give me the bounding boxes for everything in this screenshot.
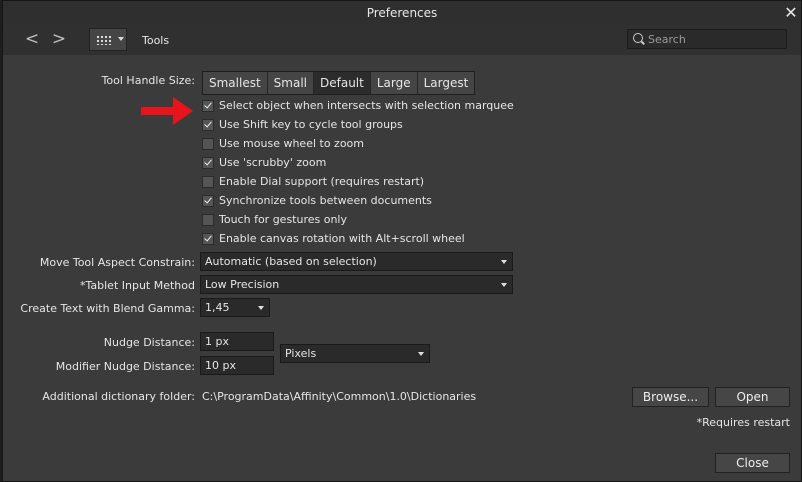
browse-button[interactable]: Browse... (632, 387, 709, 407)
checkbox-canvas-rotation[interactable]: Enable canvas rotation with Alt+scroll w… (202, 231, 465, 246)
handle-size-small[interactable]: Small (268, 72, 314, 94)
section-title: Tools (142, 34, 170, 47)
sections-grid-button[interactable] (89, 28, 127, 51)
window-close-button[interactable]: ✕ (781, 2, 801, 24)
checkbox-sync-tools[interactable]: Synchronize tools between documents (202, 193, 432, 208)
checkbox-box[interactable] (202, 232, 214, 245)
window-title: Preferences (366, 6, 438, 20)
tool-handle-size-segmented: Smallest Small Default Large Largest (202, 71, 476, 95)
modifier-nudge-input[interactable]: 10 px (200, 356, 274, 375)
handle-size-default[interactable]: Default (314, 72, 371, 94)
checkbox-box[interactable] (202, 156, 214, 169)
chevron-down-icon (118, 37, 124, 41)
checkbox-box[interactable] (202, 194, 214, 207)
nudge-distance-input[interactable]: 1 px (200, 332, 274, 351)
search-input[interactable] (648, 32, 778, 46)
checkbox-box[interactable] (202, 213, 214, 226)
chevron-right-icon: > (51, 29, 67, 49)
grid-icon (96, 35, 112, 45)
checkbox-box[interactable] (202, 99, 214, 112)
checkbox-mouse-wheel-zoom[interactable]: Use mouse wheel to zoom (202, 136, 402, 151)
tablet-input-label: *Tablet Input Method (80, 279, 195, 292)
checkbox-box[interactable] (202, 137, 214, 150)
close-button[interactable]: Close (715, 453, 790, 473)
requires-restart-note: *Requires restart (696, 416, 790, 429)
checkbox-shift-cycle[interactable]: Use Shift key to cycle tool groups (202, 117, 403, 132)
dictionary-folder-label: Additional dictionary folder: (42, 390, 195, 403)
blend-gamma-select[interactable]: 1,45 (200, 298, 270, 317)
chevron-down-icon (418, 352, 424, 356)
checkbox-box[interactable] (202, 175, 214, 188)
chevron-down-icon (501, 283, 507, 287)
chevron-left-icon: < (24, 29, 40, 49)
chevron-down-icon (258, 306, 264, 310)
forward-button[interactable]: > (49, 29, 69, 51)
handle-size-large[interactable]: Large (371, 72, 418, 94)
back-button[interactable]: < (22, 29, 42, 51)
handle-size-largest[interactable]: Largest (418, 72, 475, 94)
tablet-input-select[interactable]: Low Precision (200, 275, 513, 294)
move-tool-aspect-select[interactable]: Automatic (based on selection) (200, 252, 513, 271)
chevron-down-icon (501, 260, 507, 264)
search-box[interactable] (627, 29, 787, 49)
dictionary-folder-path: C:\ProgramData\Affinity\Common\1.0\Dicti… (202, 390, 477, 403)
blend-gamma-label: Create Text with Blend Gamma: (20, 302, 195, 315)
checkbox-box[interactable] (202, 118, 214, 131)
annotation-arrow-icon (141, 97, 193, 125)
checkbox-touch-gestures[interactable]: Touch for gestures only (202, 212, 402, 227)
tool-handle-size-label: Tool Handle Size: (101, 74, 195, 87)
preferences-window: Preferences ✕ < > Tools Tool Handle Size… (2, 0, 802, 482)
modifier-nudge-label: Modifier Nudge Distance: (55, 360, 195, 373)
handle-size-smallest[interactable]: Smallest (203, 72, 268, 94)
checkbox-dial-support[interactable]: Enable Dial support (requires restart) (202, 174, 424, 189)
checkbox-select-intersect[interactable]: Select object when intersects with selec… (202, 98, 514, 113)
checkbox-scrubby-zoom[interactable]: Use 'scrubby' zoom (202, 155, 402, 170)
open-button[interactable]: Open (715, 387, 790, 407)
move-tool-aspect-label: Move Tool Aspect Constrain: (39, 256, 195, 269)
nudge-distance-label: Nudge Distance: (103, 336, 195, 349)
nudge-units-select[interactable]: Pixels (280, 344, 430, 363)
search-icon (633, 33, 643, 43)
